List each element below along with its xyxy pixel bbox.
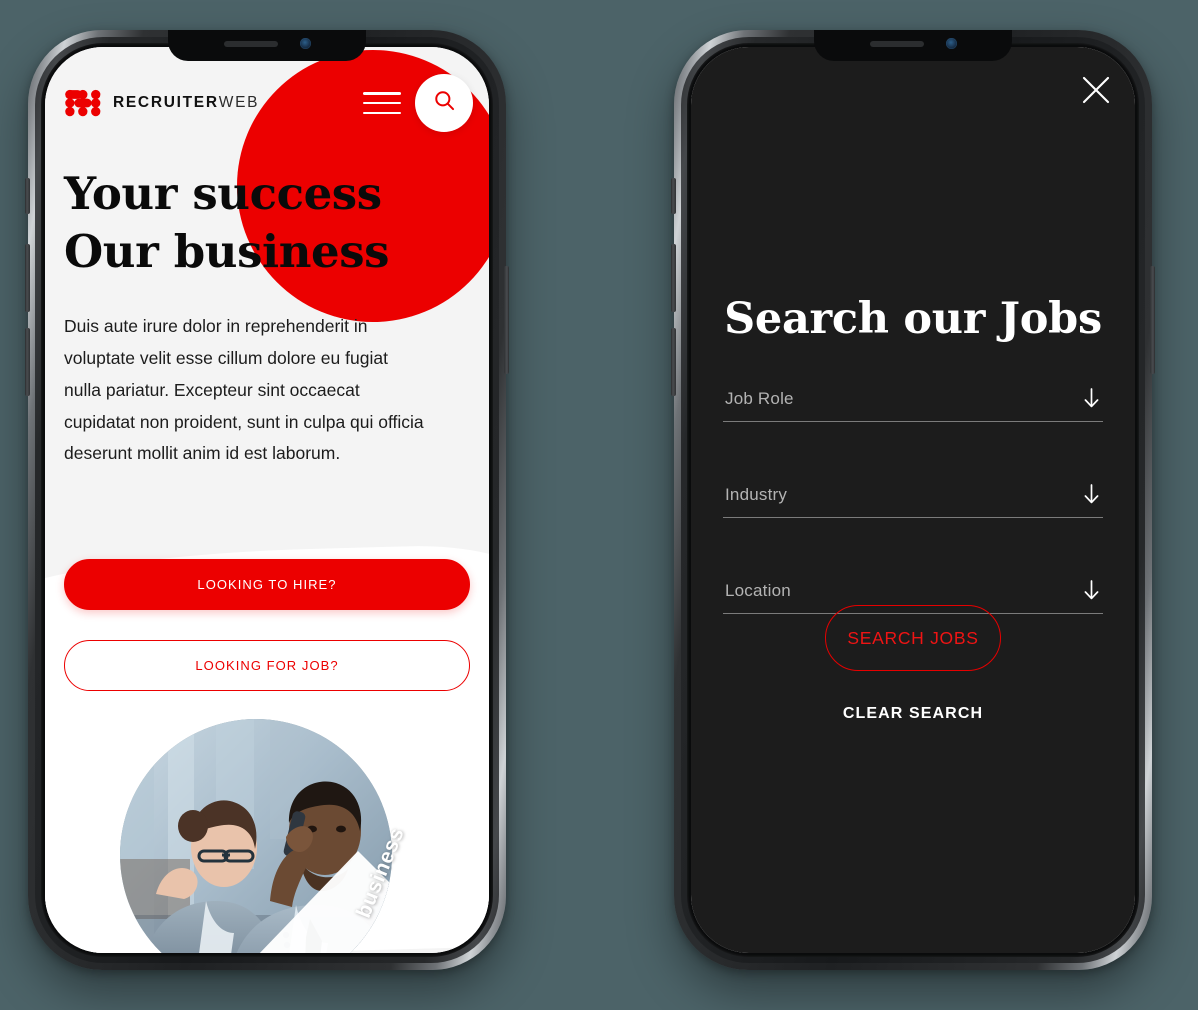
power-button[interactable] [1150, 266, 1155, 374]
volume-down-button[interactable] [671, 328, 676, 396]
search-overlay: Search our Jobs Job Role Industry Locati… [691, 47, 1135, 953]
home-page: RECRUITERWEB Your success Our business D… [45, 47, 489, 953]
industry-label: Industry [725, 485, 788, 504]
hamburger-menu-icon[interactable] [363, 92, 401, 114]
hamburger-line [363, 101, 401, 105]
close-icon[interactable] [1079, 73, 1113, 107]
page-title: Your success Our business [64, 165, 467, 281]
location-label: Location [725, 581, 791, 600]
volume-up-button[interactable] [671, 244, 676, 312]
hero-title-line-1: Your success [64, 167, 382, 220]
hero-paragraph: Duis aute irure dolor in reprehenderit i… [64, 316, 424, 464]
phone-device-right: Search our Jobs Job Role Industry Locati… [671, 30, 1155, 970]
power-button[interactable] [504, 266, 509, 374]
front-camera [945, 38, 957, 49]
phone-screen-right: Search our Jobs Job Role Industry Locati… [691, 47, 1135, 953]
earpiece-speaker [869, 40, 924, 47]
arrow-down-icon [1082, 387, 1101, 409]
front-camera [299, 38, 311, 49]
looking-to-hire-button[interactable]: LOOKING TO HIRE? [64, 559, 470, 610]
brand-name-bold: RECRUITER [113, 94, 219, 111]
hero-section: Your success Our business Duis aute irur… [64, 165, 467, 470]
hero-title-line-2: Our business [64, 225, 390, 279]
earpiece-speaker [223, 40, 278, 47]
phone-notch [814, 30, 1012, 61]
search-icon [432, 88, 457, 118]
phone-notch [168, 30, 366, 61]
search-panel-title: Search our Jobs [724, 294, 1102, 344]
search-jobs-button[interactable]: SEARCH JOBS [825, 605, 1001, 671]
job-role-label: Job Role [725, 389, 794, 408]
looking-for-job-button[interactable]: LOOKING FOR JOB? [64, 640, 470, 691]
search-button[interactable] [415, 74, 473, 132]
brand-name: RECRUITERWEB [113, 94, 259, 112]
arrow-down-icon [1082, 483, 1101, 505]
volume-down-button[interactable] [25, 328, 30, 396]
mockup-stage: RECRUITERWEB Your success Our business D… [0, 0, 1198, 1010]
industry-select[interactable]: Industry [723, 483, 1103, 518]
cta-button-group: LOOKING TO HIRE? LOOKING FOR JOB? [64, 559, 470, 691]
silent-switch-button[interactable] [25, 178, 30, 214]
site-header: RECRUITERWEB [45, 73, 489, 133]
search-action-group: SEARCH JOBS CLEAR SEARCH [691, 605, 1135, 723]
dot-grid-logo-icon [64, 84, 102, 122]
clear-search-button[interactable]: CLEAR SEARCH [843, 705, 983, 723]
phone-screen-left: RECRUITERWEB Your success Our business D… [45, 47, 489, 953]
job-role-select[interactable]: Job Role [723, 387, 1103, 422]
volume-up-button[interactable] [25, 244, 30, 312]
brand-name-light: WEB [218, 94, 260, 111]
brand-logo[interactable]: RECRUITERWEB [64, 84, 259, 122]
silent-switch-button[interactable] [671, 178, 676, 214]
arrow-down-icon [1082, 579, 1101, 601]
hamburger-line [363, 92, 401, 95]
hamburger-line [363, 111, 401, 114]
phone-device-left: RECRUITERWEB Your success Our business D… [25, 30, 509, 970]
